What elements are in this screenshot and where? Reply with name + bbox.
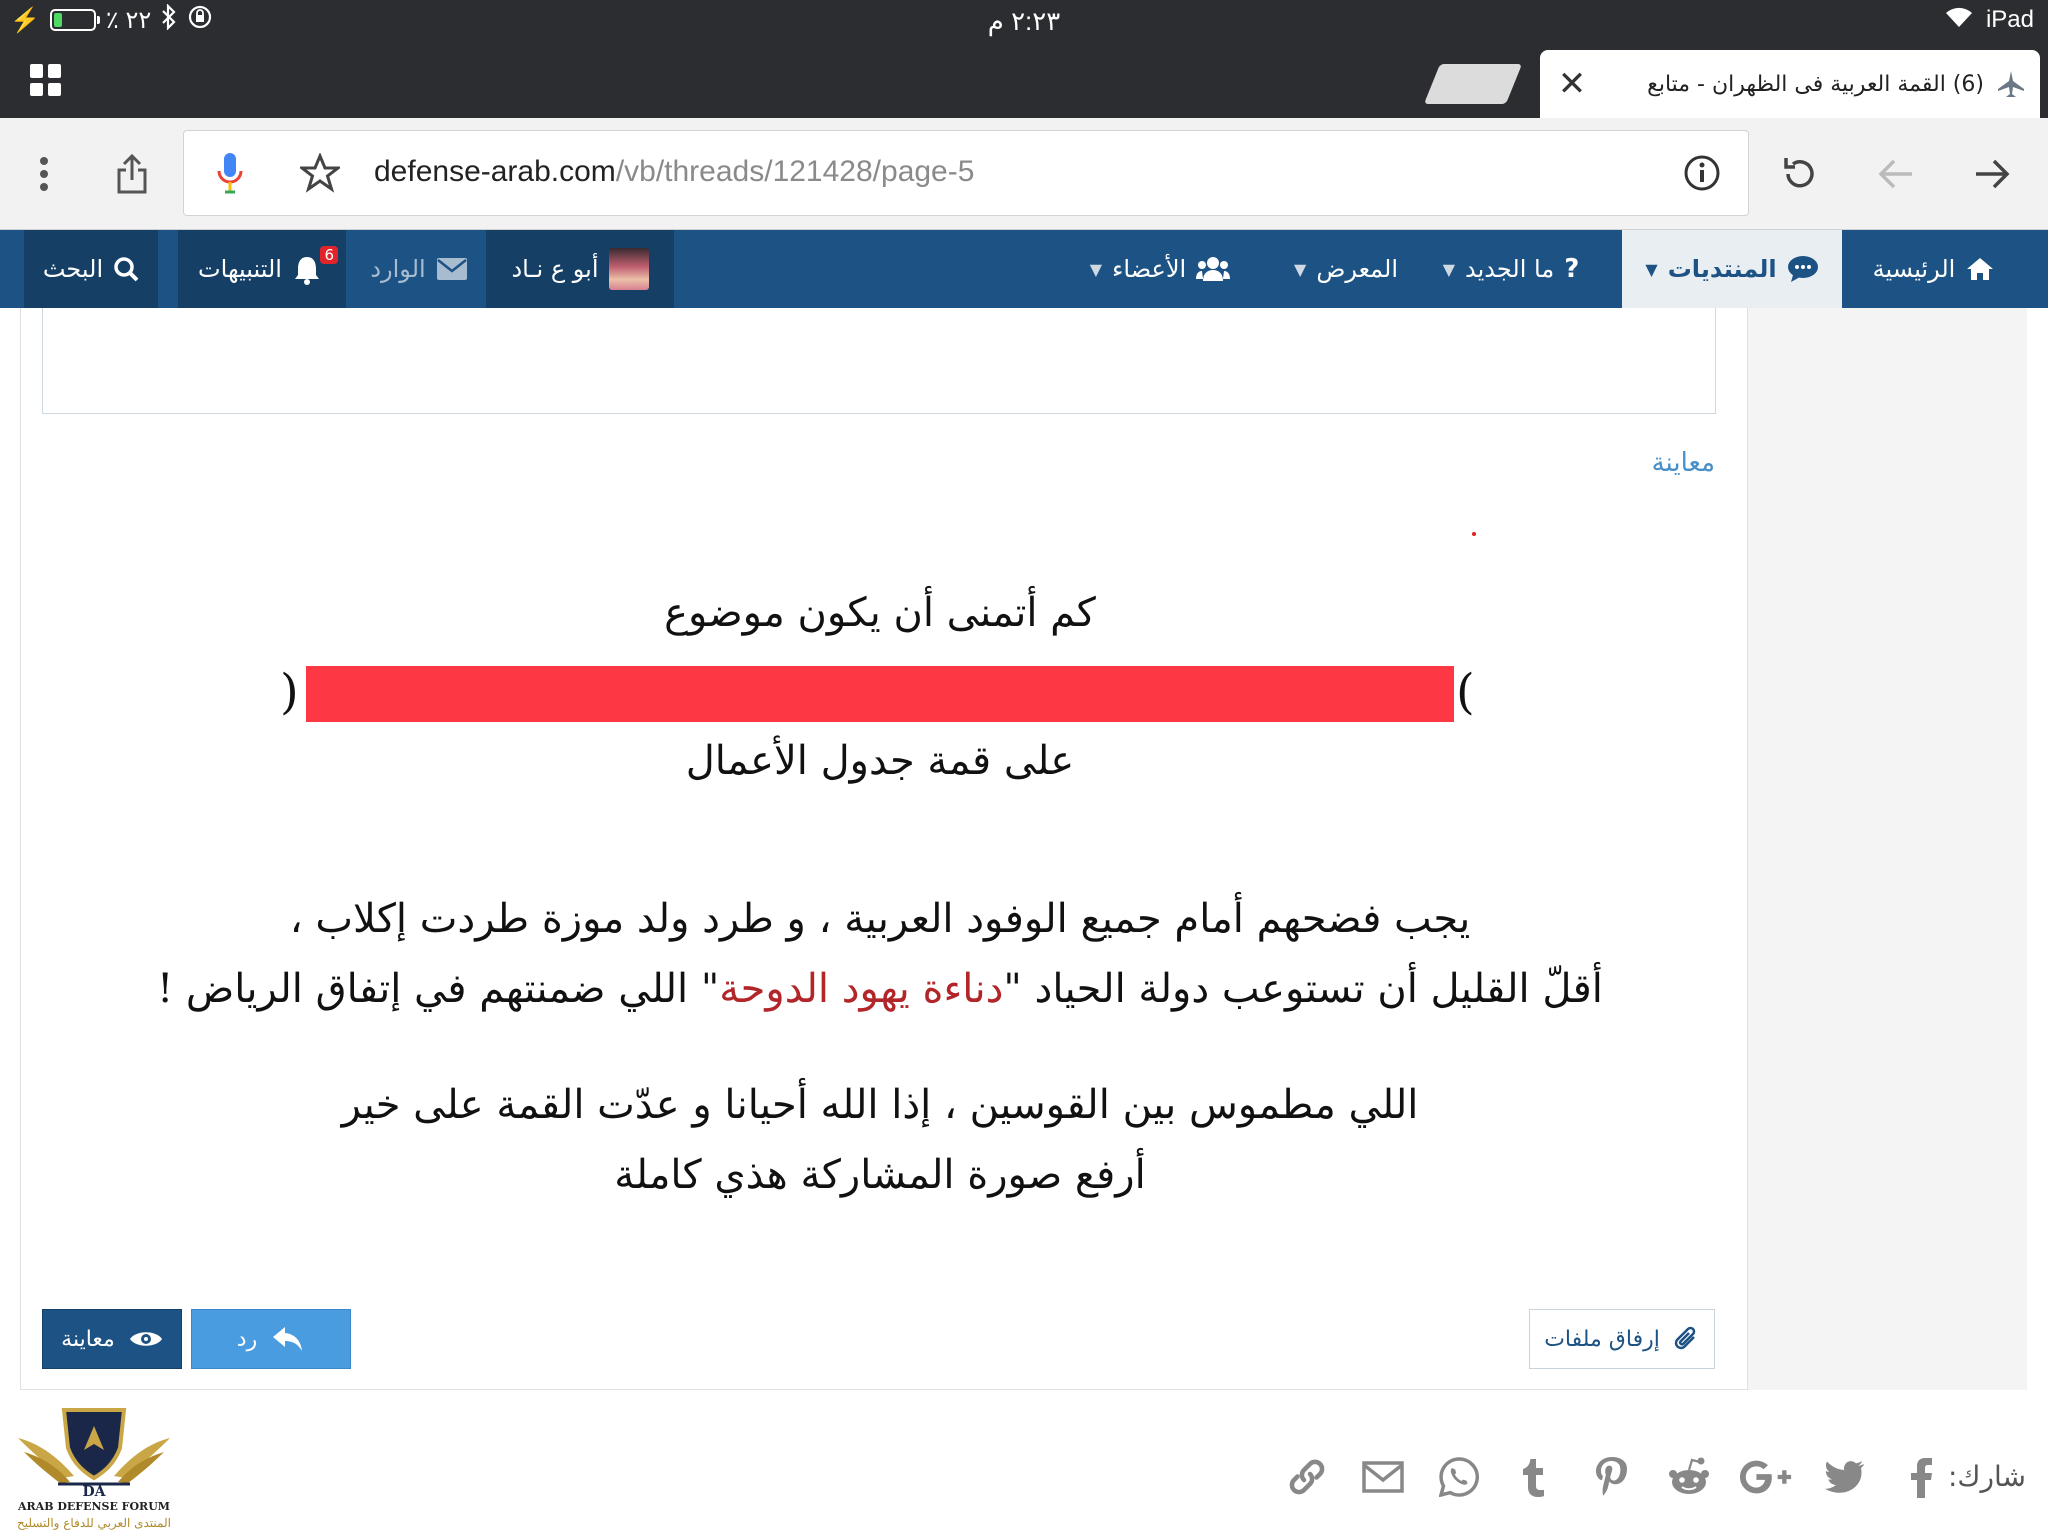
nav-alerts-label: التنبيهات (198, 255, 282, 283)
share-bar: شارك: (0, 1410, 2048, 1536)
jet-favicon-icon (1994, 67, 2028, 101)
highlight-text: دناءة يهود الدوحة (719, 966, 1004, 1012)
pinterest-icon[interactable] (1584, 1450, 1638, 1504)
post-line-4: يجب فضحهم أمام جميع الوفود العربية ، و ط… (289, 896, 1471, 942)
reply-button-label: رد (236, 1326, 258, 1352)
home-icon (1967, 258, 1994, 280)
whatsapp-icon[interactable] (1432, 1450, 1486, 1504)
nav-home[interactable]: الرئيسية (1844, 230, 2024, 308)
red-dot (1472, 532, 1476, 536)
share-icon[interactable] (104, 146, 160, 202)
avatar (608, 248, 649, 290)
nav-gallery-label: المعرض (1316, 255, 1399, 283)
nav-home-label: الرئيسية (1872, 255, 1956, 283)
chevron-down-icon: ▼ (1089, 259, 1103, 279)
envelope-icon (436, 258, 467, 280)
tab-strip: ✕ (6) القمة العربية فى الظهران - متابع (0, 40, 2048, 118)
logo-name-en: ARAB DEFENSE FORUM (18, 1500, 170, 1513)
post-line-7: أرفع صورة المشاركة هذي كاملة (614, 1152, 1146, 1198)
twitter-icon[interactable] (1818, 1450, 1872, 1504)
nav-username: أبو ع نـاد (511, 255, 599, 283)
preview-heading: معاينة (1651, 448, 1715, 478)
share-label: شارك: (1947, 1460, 2026, 1493)
nav-forums[interactable]: المنتديات ▼ (1622, 230, 1842, 308)
nav-search-label: البحث (42, 255, 104, 283)
paren-open: ) (280, 664, 299, 720)
close-icon[interactable]: ✕ (1552, 64, 1592, 104)
paperclip-icon (1674, 1326, 1696, 1350)
reply-button[interactable]: رد (191, 1309, 351, 1369)
new-tab-button[interactable] (1423, 64, 1523, 104)
status-bar: ⚡ ٪ ٢٢ ٢:٢٣ م iPad (0, 0, 2048, 40)
attach-files-button[interactable]: إرفاق ملفات (1529, 1309, 1715, 1369)
forum-navbar: البحث 6 التنبيهات الوارد أبو ع نـاد الأع… (0, 230, 2048, 308)
reply-container (20, 308, 1748, 1390)
editor-textarea-bottom[interactable] (42, 308, 1716, 414)
nav-whats-new-label: ما الجديد (1465, 255, 1555, 283)
microphone-icon[interactable] (202, 145, 258, 201)
tab-switcher-icon[interactable] (30, 64, 62, 96)
device-name: iPad (1985, 6, 2034, 33)
redacted-line: ) ( (280, 662, 1480, 722)
wifi-icon (1944, 5, 1974, 36)
reply-arrow-icon (273, 1327, 303, 1351)
facebook-icon[interactable] (1894, 1450, 1948, 1504)
nav-inbox-label: الوارد (370, 255, 426, 283)
post-line-3: على قمة جدول الأعمال (685, 738, 1075, 784)
search-icon (114, 257, 139, 282)
sidebar-column (1747, 308, 2027, 1390)
nav-members[interactable]: الأعضاء ▼ (1068, 230, 1252, 308)
back-arrow-icon[interactable] (1868, 146, 1924, 202)
tab-active[interactable]: ✕ (6) القمة العربية فى الظهران - متابع (1540, 50, 2040, 118)
forum-logo: DA ARAB DEFENSE FORUM المنتدى العربي للد… (14, 1404, 174, 1534)
redaction-bar (306, 666, 1454, 722)
link-icon[interactable] (1280, 1450, 1334, 1504)
info-icon[interactable] (1674, 145, 1730, 201)
status-time: ٢:٢٣ م (987, 6, 1061, 36)
email-icon[interactable] (1356, 1450, 1410, 1504)
post-line-1: كم أتمنى أن يكون موضوع (664, 590, 1096, 636)
google-plus-icon[interactable] (1740, 1450, 1794, 1504)
nav-whats-new[interactable]: ? ما الجديد ▼ (1424, 230, 1598, 308)
question-icon: ? (1564, 254, 1580, 284)
more-menu-icon[interactable] (16, 146, 72, 202)
reddit-icon[interactable] (1662, 1450, 1716, 1504)
nav-forums-label: المنتديات (1667, 255, 1777, 283)
paren-close: ( (1456, 664, 1475, 720)
url-text[interactable]: defense-arab.com/vb/threads/121428/page-… (374, 155, 974, 189)
nav-gallery[interactable]: المعرض ▼ (1272, 230, 1420, 308)
nav-search[interactable]: البحث (24, 230, 158, 308)
chevron-down-icon: ▼ (1442, 259, 1456, 279)
nav-user[interactable]: أبو ع نـاد (486, 230, 674, 308)
forward-arrow-icon[interactable] (1964, 146, 2020, 202)
comments-icon (1787, 256, 1818, 282)
eye-icon (129, 1332, 162, 1346)
post-line-6: اللي مطموس بين القوسين ، إذا الله أحيانا… (341, 1082, 1419, 1128)
chevron-down-icon: ▼ (1645, 259, 1658, 279)
preview-button[interactable]: معاينة (42, 1309, 182, 1369)
browser-toolbar: defense-arab.com/vb/threads/121428/page-… (0, 118, 2048, 230)
bookmark-star-icon[interactable] (292, 145, 348, 201)
tab-title: (6) القمة العربية فى الظهران - متابع (1647, 71, 1984, 97)
address-bar[interactable]: defense-arab.com/vb/threads/121428/page-… (183, 130, 1749, 216)
users-icon (1196, 257, 1231, 281)
logo-name-ar: المنتدى العربي للدفاع والتسليح (17, 1516, 171, 1530)
nav-members-label: الأعضاء (1112, 255, 1187, 283)
nav-inbox[interactable]: الوارد (364, 230, 474, 308)
preview-button-label: معاينة (61, 1326, 115, 1352)
status-right: iPad (1944, 4, 2034, 36)
svg-text:DA: DA (82, 1484, 106, 1500)
alerts-count-badge: 6 (320, 246, 338, 264)
tumblr-icon[interactable] (1508, 1450, 1562, 1504)
nav-alerts[interactable]: 6 التنبيهات (178, 230, 346, 308)
reload-icon[interactable] (1772, 146, 1828, 202)
post-line-5: أقلّ القليل أن تستوعب دولة الحياد "دناءة… (157, 966, 1603, 1012)
chevron-down-icon: ▼ (1294, 259, 1307, 279)
attach-files-label: إرفاق ملفات (1544, 1326, 1660, 1352)
